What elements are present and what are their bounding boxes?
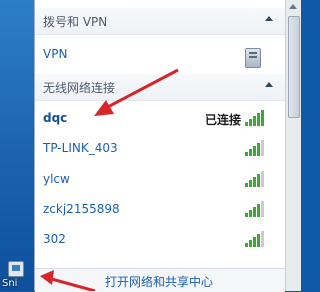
vertical-scrollbar[interactable] — [285, 0, 301, 291]
wifi-signal-icon — [245, 140, 267, 156]
wifi-signal-icon — [245, 201, 267, 217]
network-status: 已连接 — [204, 113, 241, 127]
wireless-group-header[interactable]: 无线网络连接 — [35, 74, 285, 101]
wifi-signal-icon — [245, 231, 267, 247]
network-row-ylcw[interactable]: ylcw — [35, 165, 285, 195]
desktop-shortcut-icon[interactable] — [8, 261, 24, 277]
vpn-group-header[interactable]: 拨号和 VPN — [35, 8, 285, 35]
flyout-footer: 打开网络和共享中心 — [35, 268, 285, 292]
open-network-sharing-center-link[interactable]: 打开网络和共享中心 — [105, 273, 213, 290]
collapse-up-icon[interactable] — [265, 16, 273, 21]
desktop-shortcut-label: Sni — [2, 278, 18, 289]
vpn-group-title: 拨号和 VPN — [43, 15, 108, 29]
scroll-thumb[interactable] — [288, 16, 300, 118]
network-name: dqc — [43, 111, 68, 125]
network-name: zckj2155898 — [43, 202, 120, 216]
vpn-connection-row[interactable]: VPN — [35, 40, 285, 70]
network-name: ylcw — [43, 172, 70, 186]
network-row-302[interactable]: 302 — [35, 225, 285, 255]
desktop-background: Sni — [0, 0, 34, 291]
scroll-up-icon[interactable] — [289, 4, 297, 9]
wifi-signal-icon — [245, 171, 267, 187]
network-row-zckj[interactable]: zckj2155898 — [35, 195, 285, 225]
network-row-dqc[interactable]: dqc 已连接 — [35, 104, 285, 134]
network-row-tp-link[interactable]: TP-LINK_403 — [35, 134, 285, 164]
wifi-signal-icon — [245, 110, 267, 126]
collapse-up-icon[interactable] — [265, 82, 273, 87]
vpn-connection-name: VPN — [43, 47, 68, 61]
network-name: TP-LINK_403 — [43, 141, 118, 155]
network-flyout-panel: 拨号和 VPN VPN 无线网络连接 dqc 已连接 TP-LINK_403 y… — [34, 0, 285, 292]
network-name: 302 — [43, 232, 66, 246]
vpn-server-icon — [245, 48, 261, 68]
wireless-group-title: 无线网络连接 — [43, 81, 116, 95]
